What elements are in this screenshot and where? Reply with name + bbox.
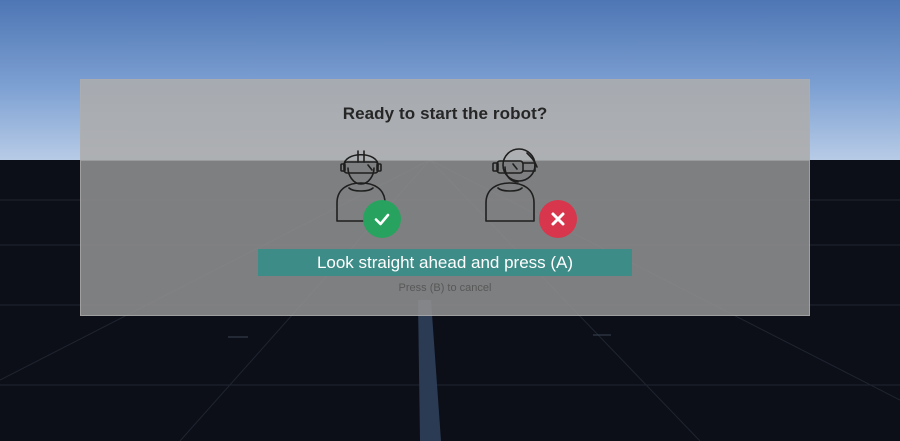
wrong-pose-badge: [539, 200, 577, 238]
correct-pose-badge: [363, 200, 401, 238]
vr-scene: Ready to start the robot? Look straight …: [0, 0, 900, 441]
start-robot-dialog: Ready to start the robot? Look straight …: [80, 79, 810, 316]
dialog-title: Ready to start the robot?: [342, 104, 548, 123]
check-icon: [374, 213, 390, 226]
cancel-hint: Press (B) to cancel: [398, 282, 492, 294]
cross-icon: [551, 212, 565, 226]
headset-turned-icon: [485, 148, 538, 222]
press-a-prompt[interactable]: Look straight ahead and press (A): [258, 249, 632, 276]
